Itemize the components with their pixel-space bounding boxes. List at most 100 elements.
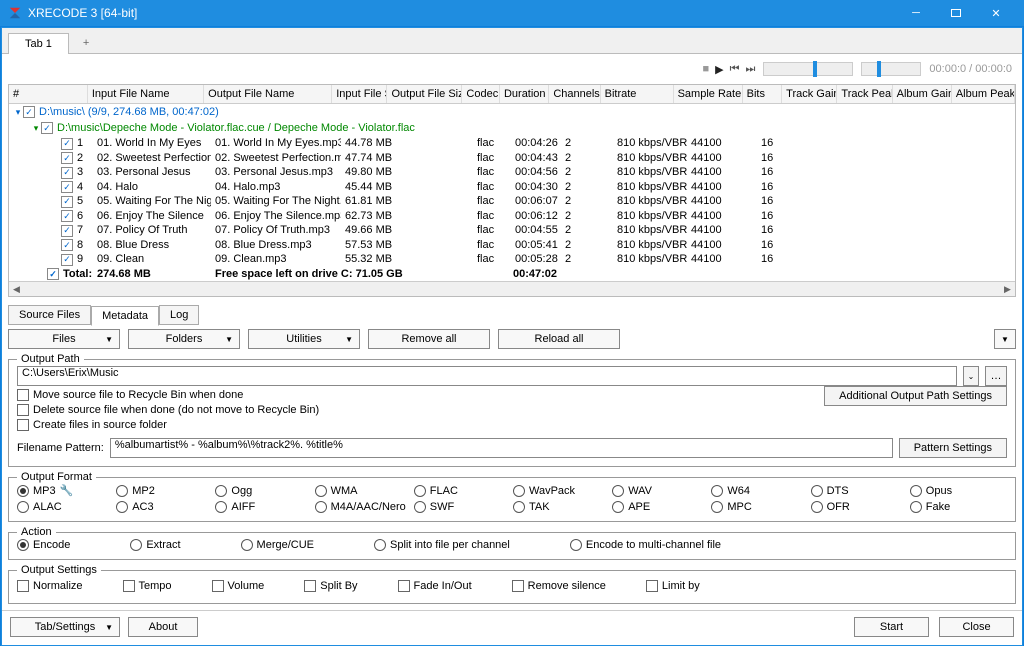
- format-aiff[interactable]: AIFF: [215, 501, 312, 513]
- browse-button[interactable]: …: [985, 366, 1007, 386]
- action-encodetomultichannelfile[interactable]: Encode to multi-channel file: [570, 539, 721, 551]
- col-duration[interactable]: Duration: [500, 85, 549, 103]
- reload-all-button[interactable]: Reload all: [498, 329, 620, 349]
- utilities-menu[interactable]: Utilities▼: [248, 329, 360, 349]
- move-recycle-checkbox[interactable]: [17, 389, 29, 401]
- col-hash[interactable]: #: [9, 85, 88, 103]
- format-alac[interactable]: ALAC: [17, 501, 114, 513]
- output-path-input[interactable]: C:\Users\Erix\Music: [17, 366, 957, 386]
- output-path-legend: Output Path: [17, 353, 84, 365]
- tab-1[interactable]: Tab 1: [8, 33, 69, 54]
- volume-slider[interactable]: [861, 62, 921, 76]
- setting-tempo[interactable]: Tempo: [123, 580, 172, 592]
- col-trackpeak[interactable]: Track Peak: [837, 85, 892, 103]
- about-button[interactable]: About: [128, 617, 198, 637]
- col-codec[interactable]: Codec: [462, 85, 500, 103]
- maximize-button[interactable]: [936, 0, 976, 26]
- files-menu[interactable]: Files▼: [8, 329, 120, 349]
- setting-splitby[interactable]: Split By: [304, 580, 357, 592]
- subtab-metadata[interactable]: Metadata: [91, 306, 159, 326]
- format-dts[interactable]: DTS: [811, 484, 908, 497]
- col-bitrate[interactable]: Bitrate: [601, 85, 674, 103]
- col-samplerate[interactable]: Sample Rate: [674, 85, 743, 103]
- subtab-log[interactable]: Log: [159, 305, 199, 325]
- output-format-group: Output Format MP3 🔧 MP2 Ogg WMA FLAC Wav…: [8, 477, 1016, 522]
- tree-folder-row[interactable]: ▾✓D:\music\ (9/9, 274.68 MB, 00:47:02): [9, 104, 1015, 120]
- file-grid: # Input File Name Output File Name Input…: [8, 84, 1016, 297]
- format-mp2[interactable]: MP2: [116, 484, 213, 497]
- action-mergecue[interactable]: Merge/CUE: [241, 539, 314, 551]
- track-row[interactable]: ✓2 02. Sweetest Perfection02. Sweetest P…: [9, 151, 1015, 166]
- col-input-size[interactable]: Input File Size: [332, 85, 387, 103]
- format-wav[interactable]: WAV: [612, 484, 709, 497]
- format-opus[interactable]: Opus: [910, 484, 1007, 497]
- stop-icon[interactable]: ■: [702, 63, 709, 76]
- track-row[interactable]: ✓8 08. Blue Dress08. Blue Dress.mp3 57.5…: [9, 238, 1015, 253]
- track-row[interactable]: ✓3 03. Personal Jesus03. Personal Jesus.…: [9, 165, 1015, 180]
- col-input[interactable]: Input File Name: [88, 85, 204, 103]
- action-extract[interactable]: Extract: [130, 539, 180, 551]
- setting-limitby[interactable]: Limit by: [646, 580, 700, 592]
- tab-add[interactable]: +: [71, 33, 101, 53]
- horizontal-scrollbar[interactable]: ◀▶: [9, 281, 1015, 296]
- format-mpc[interactable]: MPC: [711, 501, 808, 513]
- format-m4aaacnero[interactable]: M4A/AAC/Nero: [315, 501, 412, 513]
- format-wavpack[interactable]: WavPack: [513, 484, 610, 497]
- format-mp3[interactable]: MP3 🔧: [17, 484, 114, 497]
- format-wma[interactable]: WMA: [315, 484, 412, 497]
- format-ape[interactable]: APE: [612, 501, 709, 513]
- create-in-source-checkbox[interactable]: [17, 419, 29, 431]
- track-row[interactable]: ✓9 09. Clean09. Clean.mp3 55.32 MB flac0…: [9, 252, 1015, 267]
- output-format-legend: Output Format: [17, 471, 96, 483]
- col-bits[interactable]: Bits: [743, 85, 783, 103]
- pattern-input[interactable]: %albumartist% - %album%\%track2%. %title…: [110, 438, 893, 458]
- format-fake[interactable]: Fake: [910, 501, 1007, 513]
- setting-volume[interactable]: Volume: [212, 580, 265, 592]
- start-button[interactable]: Start: [854, 617, 929, 637]
- play-icon[interactable]: ▶: [715, 63, 723, 76]
- col-channels[interactable]: Channels: [549, 85, 600, 103]
- format-flac[interactable]: FLAC: [414, 484, 511, 497]
- delete-source-checkbox[interactable]: [17, 404, 29, 416]
- col-output-size[interactable]: Output File Size: [387, 85, 462, 103]
- action-legend: Action: [17, 526, 56, 538]
- track-row[interactable]: ✓5 05. Waiting For The Night05. Waiting …: [9, 194, 1015, 209]
- prev-icon[interactable]: ⏮: [730, 63, 740, 76]
- setting-fadeinout[interactable]: Fade In/Out: [398, 580, 472, 592]
- setting-normalize[interactable]: Normalize: [17, 580, 83, 592]
- track-row[interactable]: ✓4 04. Halo04. Halo.mp3 45.44 MB flac00:…: [9, 180, 1015, 195]
- track-row[interactable]: ✓1 01. World In My Eyes01. World In My E…: [9, 136, 1015, 151]
- tree-album-row[interactable]: ▾✓D:\music\Depeche Mode - Violator.flac.…: [9, 120, 1015, 136]
- col-trackgain[interactable]: Track Gain: [782, 85, 837, 103]
- action-splitintofileperchannel[interactable]: Split into file per channel: [374, 539, 510, 551]
- pattern-label: Filename Pattern:: [17, 442, 104, 454]
- col-albumgain[interactable]: Album Gain: [893, 85, 952, 103]
- format-ofr[interactable]: OFR: [811, 501, 908, 513]
- folders-menu[interactable]: Folders▼: [128, 329, 240, 349]
- seek-slider[interactable]: [763, 62, 853, 76]
- track-row[interactable]: ✓7 07. Policy Of Truth07. Policy Of Trut…: [9, 223, 1015, 238]
- action-encode[interactable]: Encode: [17, 539, 70, 551]
- track-row[interactable]: ✓6 06. Enjoy The Silence06. Enjoy The Si…: [9, 209, 1015, 224]
- col-output[interactable]: Output File Name: [204, 85, 332, 103]
- close-app-button[interactable]: Close: [939, 617, 1014, 637]
- col-albumpeak[interactable]: Album Peak: [952, 85, 1015, 103]
- minimize-button[interactable]: ─: [896, 0, 936, 26]
- remove-all-button[interactable]: Remove all: [368, 329, 490, 349]
- tab-settings-menu[interactable]: Tab/Settings▼: [10, 617, 120, 637]
- format-tak[interactable]: TAK: [513, 501, 610, 513]
- wrench-icon[interactable]: 🔧: [60, 484, 74, 497]
- format-swf[interactable]: SWF: [414, 501, 511, 513]
- pattern-settings-button[interactable]: Pattern Settings: [899, 438, 1007, 458]
- format-w64[interactable]: W64: [711, 484, 808, 497]
- next-icon[interactable]: ⏭: [746, 63, 756, 76]
- app-logo-icon: [8, 6, 22, 20]
- setting-removesilence[interactable]: Remove silence: [512, 580, 606, 592]
- close-button[interactable]: ✕: [976, 0, 1016, 26]
- format-ogg[interactable]: Ogg: [215, 484, 312, 497]
- view-mode-dropdown[interactable]: ▼: [994, 329, 1016, 349]
- additional-output-settings-button[interactable]: Additional Output Path Settings: [824, 386, 1007, 406]
- output-path-dropdown[interactable]: ⌄: [963, 366, 979, 386]
- format-ac3[interactable]: AC3: [116, 501, 213, 513]
- subtab-source[interactable]: Source Files: [8, 305, 91, 325]
